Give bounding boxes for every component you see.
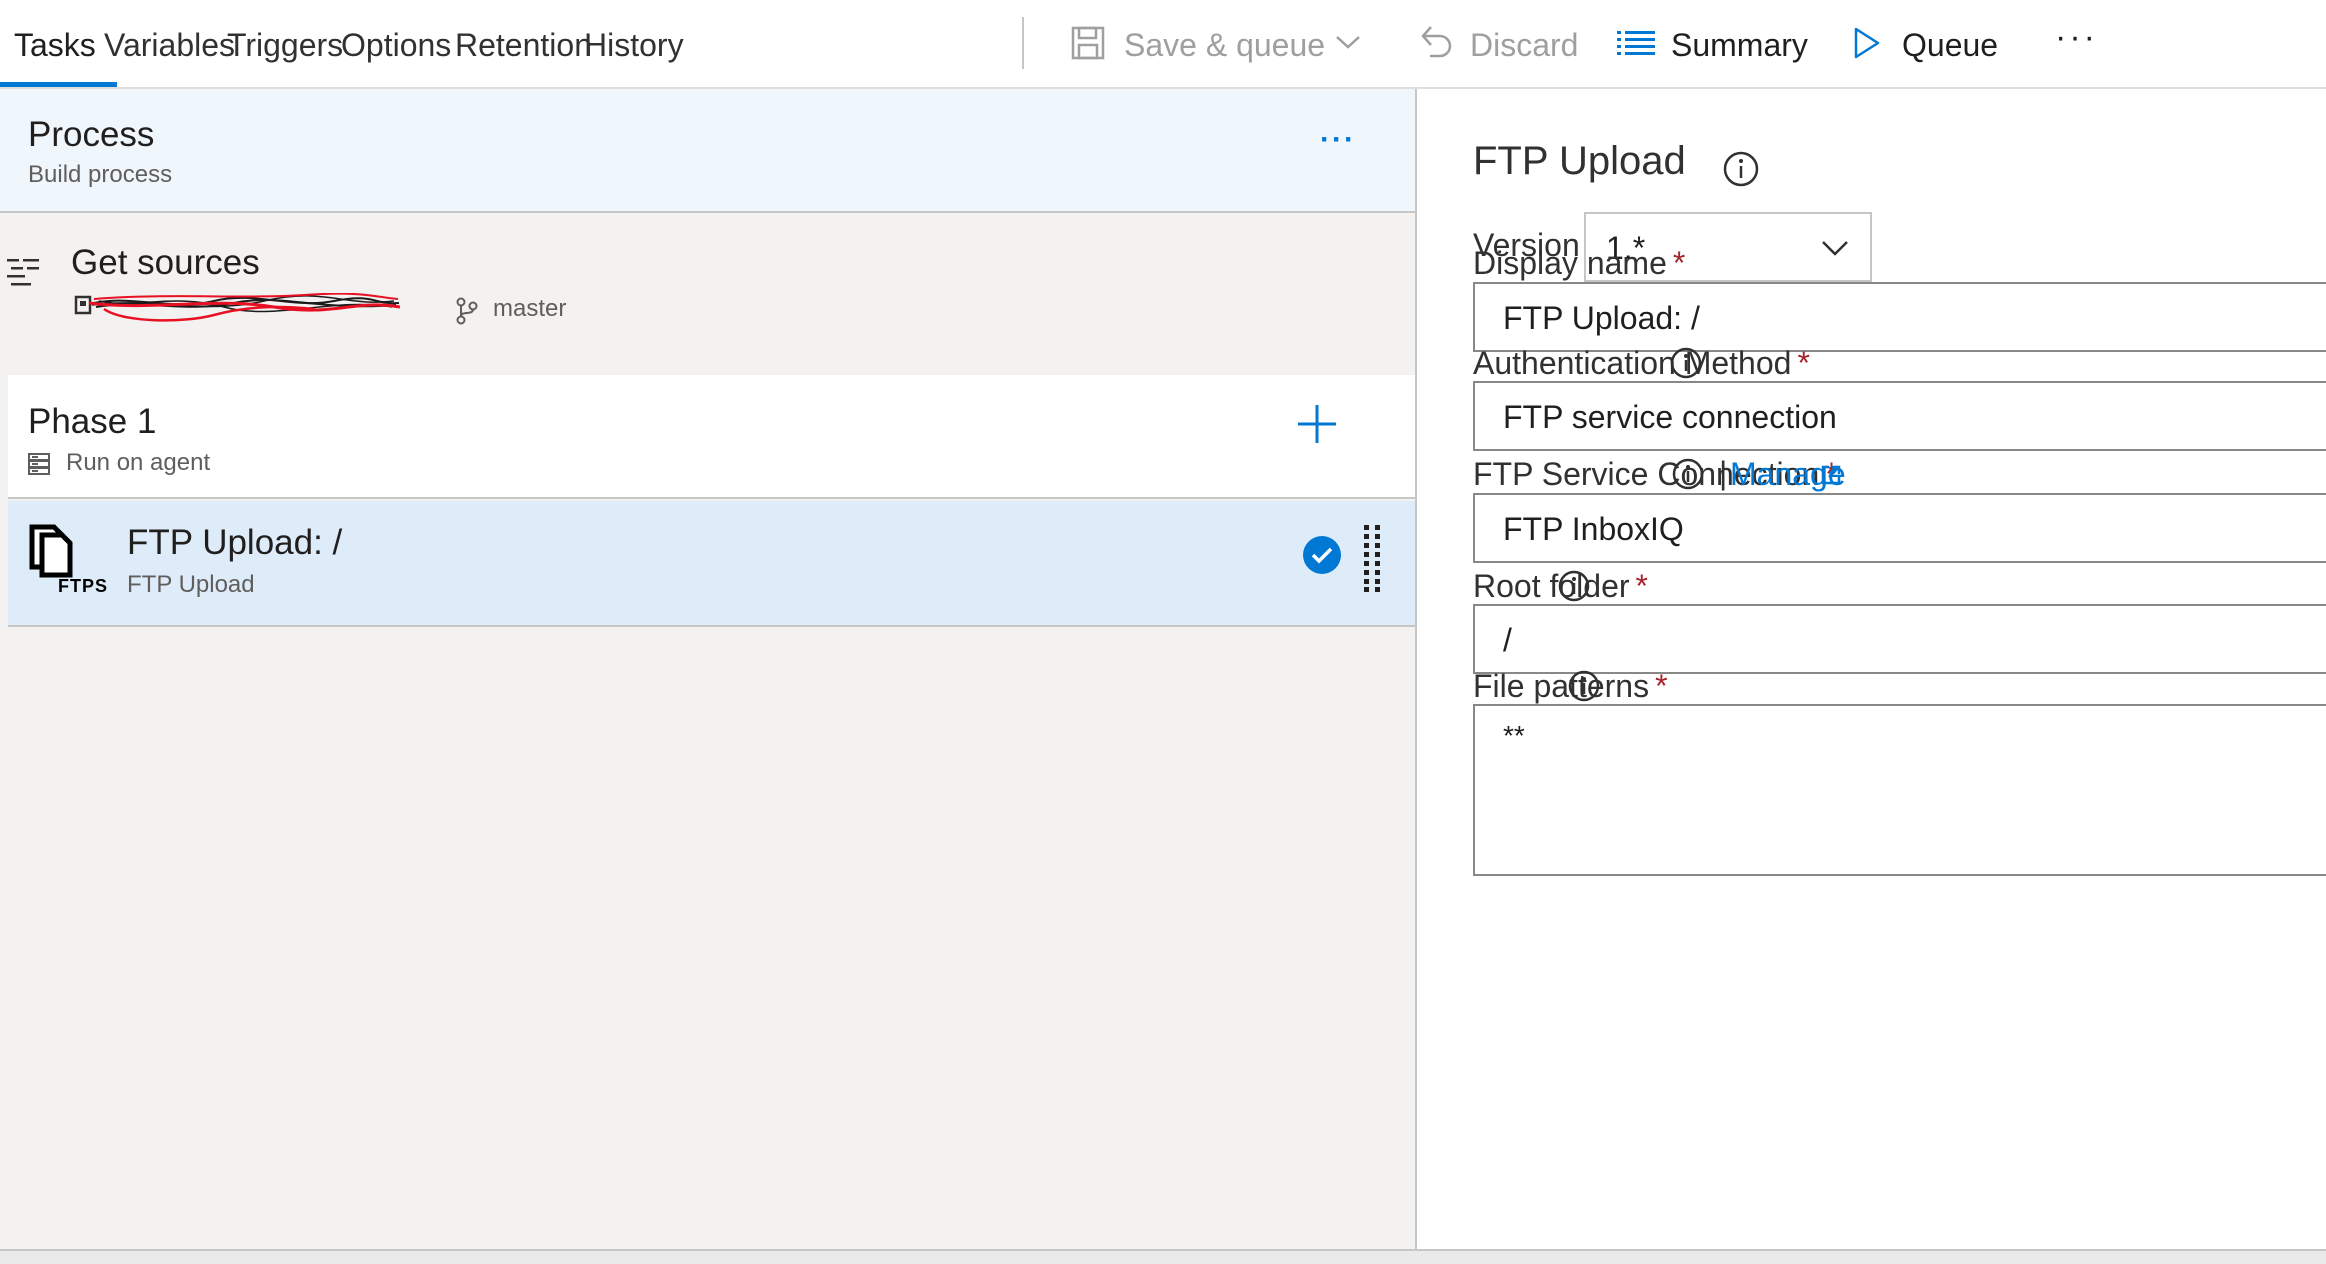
summary-label: Summary — [1671, 27, 1808, 63]
queue-label: Queue — [1902, 27, 1999, 63]
more-actions-button[interactable]: ··· — [2055, 12, 2098, 62]
required-asterisk: * — [1655, 668, 1668, 704]
bottom-scroll-strip — [0, 1249, 2326, 1264]
task-title: FTP Upload: / — [127, 523, 343, 562]
task-subtitle: FTP Upload — [127, 571, 255, 598]
required-asterisk: * — [1635, 568, 1648, 604]
file-patterns-textarea[interactable]: ** — [1473, 704, 2326, 876]
auth-method-label-text: Authentication Method — [1473, 345, 1792, 381]
tab-variables[interactable]: Variables — [104, 20, 235, 70]
get-sources-title: Get sources — [71, 243, 260, 282]
redacted-repository-name — [74, 293, 400, 322]
tab-triggers[interactable]: Triggers — [227, 20, 343, 70]
server-icon — [28, 453, 50, 475]
file-patterns-info-icon[interactable] — [1568, 670, 1600, 702]
auth-method-select[interactable]: FTP service connection — [1473, 381, 2326, 451]
service-connection-info-icon[interactable] — [1672, 458, 1704, 490]
chevron-down-icon — [1822, 241, 1848, 256]
sources-list-icon — [7, 259, 39, 286]
root-folder-value: / — [1503, 622, 1512, 658]
auth-method-value: FTP service connection — [1503, 399, 1837, 435]
task-row-ftp-upload[interactable]: FTPS FTP Upload: / FTP Upload — [8, 501, 1415, 627]
display-name-input[interactable]: FTP Upload: / — [1473, 282, 2326, 352]
get-sources-row[interactable]: Get sources master — [0, 213, 1415, 363]
toolbar-divider — [1022, 17, 1024, 69]
external-link-icon — [1821, 465, 1841, 485]
undo-icon — [1421, 26, 1452, 58]
required-asterisk: * — [1797, 345, 1810, 381]
tab-retention[interactable]: Retention — [455, 20, 592, 70]
discard-label: Discard — [1470, 27, 1579, 63]
phase-row[interactable]: Phase 1 Run on agent — [8, 375, 1415, 499]
pipeline-toolbar: Tasks Variables Triggers Options Retenti… — [0, 0, 2326, 89]
play-icon — [1854, 27, 1880, 59]
chevron-down-icon — [1336, 36, 1360, 49]
list-icon — [1617, 31, 1655, 55]
display-name-label: Display name * — [1473, 245, 1685, 282]
process-subtitle: Build process — [28, 161, 173, 188]
task-details-panel: FTP Upload Version 1.* Display name * FTP… — [1417, 89, 2326, 1249]
root-folder-input[interactable]: / — [1473, 604, 2326, 674]
task-details-title: FTP Upload — [1473, 139, 1686, 183]
drag-handle-icon[interactable] — [1361, 523, 1385, 593]
process-header[interactable]: Process Build process ··· — [0, 89, 1415, 213]
enabled-checkmark-icon — [1303, 536, 1341, 574]
auth-method-label: Authentication Method * — [1473, 345, 1810, 382]
active-tab-indicator — [0, 82, 117, 87]
tab-history[interactable]: History — [584, 20, 684, 70]
phase-subtitle: Run on agent — [66, 449, 211, 476]
required-asterisk: * — [1672, 245, 1686, 281]
service-connection-value: FTP InboxIQ — [1503, 511, 1684, 547]
ftps-icon-text: FTPS — [58, 576, 109, 596]
save-icon — [1071, 26, 1105, 60]
root-folder-info-icon[interactable] — [1558, 570, 1590, 602]
discard-button[interactable]: Discard — [1418, 20, 1578, 70]
display-name-value: FTP Upload: / — [1503, 300, 1700, 336]
process-more-button[interactable]: ··· — [1320, 123, 1356, 157]
tab-options[interactable]: Options — [341, 20, 451, 70]
queue-button[interactable]: Queue — [1852, 20, 2012, 70]
file-patterns-label-text: File patterns — [1473, 668, 1650, 704]
branch-name: master — [493, 295, 567, 322]
display-name-label-text: Display name — [1473, 245, 1667, 281]
auth-method-info-icon[interactable] — [1670, 347, 1702, 379]
service-connection-select[interactable]: FTP InboxIQ — [1473, 493, 2326, 563]
title-info-icon[interactable] — [1723, 151, 1759, 187]
branch-icon — [456, 297, 478, 325]
root-folder-label-text: Root folder — [1473, 568, 1630, 604]
save-and-queue-label: Save & queue — [1124, 27, 1326, 63]
summary-button[interactable]: Summary — [1616, 20, 1816, 70]
process-title: Process — [28, 115, 155, 154]
phase-title: Phase 1 — [28, 402, 157, 441]
save-and-queue-button[interactable]: Save & queue — [1070, 20, 1370, 70]
ftps-document-icon — [29, 524, 73, 578]
file-patterns-value: ** — [1503, 720, 1525, 751]
link-separator: | — [1719, 455, 1728, 491]
tab-tasks[interactable]: Tasks — [14, 20, 96, 70]
ftp-upload-task-icon: FTPS — [28, 523, 108, 603]
add-task-plus-icon[interactable] — [1292, 399, 1342, 449]
pipeline-tree-panel: Process Build process ··· Get sources ma… — [0, 89, 1415, 1249]
